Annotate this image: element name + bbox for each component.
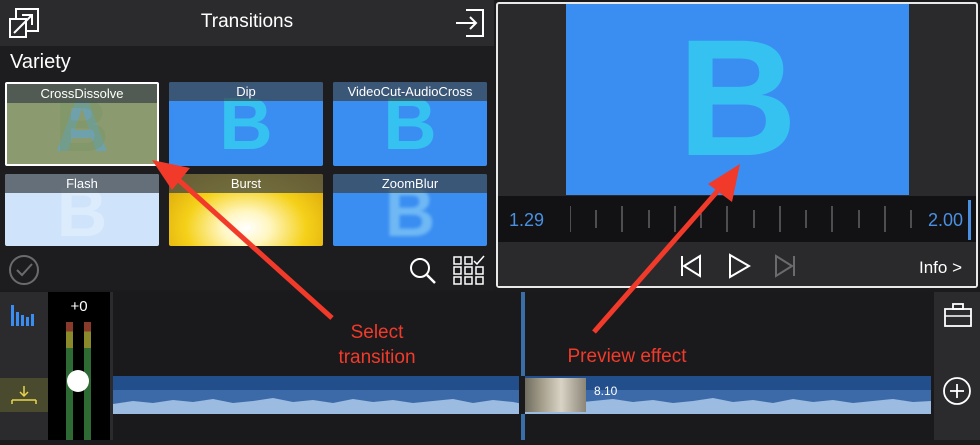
preview-letter: B: [677, 6, 798, 191]
transition-label: ZoomBlur: [333, 174, 487, 193]
audio-levels-icon[interactable]: [10, 303, 38, 327]
transition-burst[interactable]: Burst: [169, 174, 323, 246]
end-time: 2.00: [928, 210, 964, 230]
search-icon[interactable]: [408, 256, 438, 286]
transition-label: Flash: [5, 174, 159, 193]
transition-label: Dip: [169, 82, 323, 101]
panel-title: Transitions: [200, 11, 294, 32]
video-thumbnail: [524, 378, 586, 412]
clip-boundary: [519, 376, 525, 414]
clip-divider: [110, 292, 113, 440]
transition-dip[interactable]: B Dip: [169, 82, 323, 166]
playhead-marker: [968, 200, 971, 240]
transition-label: CrossDissolve: [7, 84, 157, 103]
skip-back-icon[interactable]: [678, 253, 704, 279]
category-label: Variety: [10, 51, 71, 73]
volume-label: +0: [70, 298, 88, 315]
track-marker-icon[interactable]: [0, 378, 48, 412]
transition-videocut-audiocross[interactable]: B VideoCut-AudioCross: [333, 82, 487, 166]
scrub-ticks: [569, 200, 930, 238]
play-icon[interactable]: [726, 253, 752, 279]
grid-select-icon[interactable]: [452, 254, 486, 286]
transition-zoomblur[interactable]: B ZoomBlur: [333, 174, 487, 246]
transition-label: VideoCut-AudioCross: [333, 82, 487, 101]
transition-label: Burst: [169, 174, 323, 193]
info-button[interactable]: Info >: [919, 258, 962, 278]
transition-flash[interactable]: B Flash: [5, 174, 159, 246]
volume-knob[interactable]: [67, 370, 89, 392]
exit-icon[interactable]: [454, 7, 486, 39]
apply-check-icon[interactable]: [8, 254, 40, 286]
transition-crossdissolve[interactable]: A B CrossDissolve: [5, 82, 159, 166]
annotation-select-transition: Select transition: [338, 322, 416, 368]
preview-frame: B: [566, 4, 909, 195]
add-icon[interactable]: [942, 376, 972, 406]
annotation-preview-effect: Preview effect: [567, 346, 687, 367]
start-time: 1.29: [509, 210, 545, 230]
skip-forward-icon[interactable]: [772, 253, 798, 279]
timeline-playhead[interactable]: [521, 292, 525, 440]
toolbox-icon[interactable]: [943, 302, 973, 328]
category-row: [0, 46, 494, 78]
timeline: [0, 292, 980, 440]
clip-duration: 8.10: [594, 384, 618, 398]
